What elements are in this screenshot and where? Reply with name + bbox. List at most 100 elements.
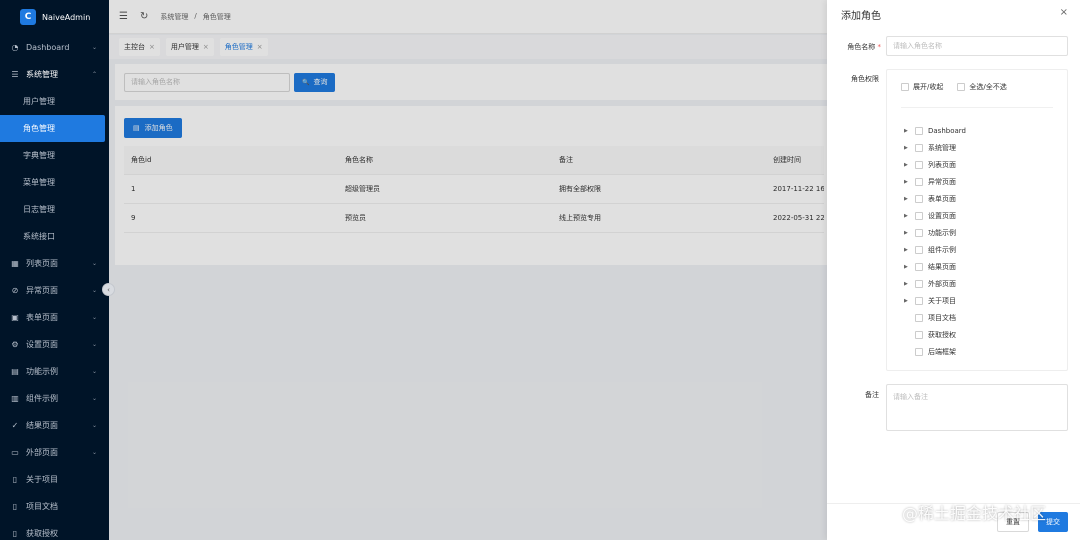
tree-node-label: 外部页面 xyxy=(928,279,956,288)
caret-right-icon[interactable]: ▶ xyxy=(904,247,910,253)
sidebar-item-label: 结果页面 xyxy=(26,421,58,430)
sidebar-item-label: 异常页面 xyxy=(26,286,58,295)
tree-node-label: 后端框架 xyxy=(928,347,956,356)
sidebar-item[interactable]: ▣ 表单页面 ⌄ xyxy=(0,304,109,331)
chevron-down-icon: ⌄ xyxy=(91,314,97,321)
warning-circle-icon: ⊘ xyxy=(11,286,19,295)
chevron-down-icon: ⌄ xyxy=(91,395,97,402)
tree-node-label: 关于项目 xyxy=(928,296,956,305)
sidebar-item[interactable]: ⚙ 设置页面 ⌄ xyxy=(0,331,109,358)
select-all-option[interactable]: 全选/全不选 xyxy=(957,82,1007,92)
sidebar-subitem[interactable]: 字典管理 xyxy=(0,142,109,169)
tree-node[interactable]: ▶ 组件示例 xyxy=(904,241,966,258)
tree-node[interactable]: ▶ Dashboard xyxy=(904,122,966,139)
tree-node[interactable]: ▶ 功能示例 xyxy=(904,224,966,241)
tree-node-label: 组件示例 xyxy=(928,245,956,254)
tree-node[interactable]: ▶ 列表页面 xyxy=(904,156,966,173)
sidebar-item-label: 功能示例 xyxy=(26,367,58,376)
role-name-input[interactable]: 请输入角色名称 xyxy=(886,36,1068,56)
role-name-label: 角色名称 * xyxy=(829,42,881,52)
checkbox[interactable] xyxy=(915,228,923,237)
tree-node[interactable]: ▶ 异常页面 xyxy=(904,173,966,190)
role-name-label-text: 角色名称 xyxy=(847,43,876,51)
table-icon: ▦ xyxy=(11,259,19,268)
checkbox[interactable] xyxy=(915,126,923,135)
caret-right-icon[interactable]: ▶ xyxy=(904,179,910,185)
checkbox[interactable] xyxy=(915,143,923,152)
sidebar-subitem[interactable]: 系统接口 xyxy=(0,223,109,250)
key-icon: ▯ xyxy=(12,529,18,538)
caret-right-icon[interactable]: ▶ xyxy=(904,145,910,151)
tree-node[interactable]: ▶ 设置页面 xyxy=(904,207,966,224)
checkbox[interactable] xyxy=(915,194,923,203)
checkbox[interactable] xyxy=(901,83,909,91)
checkbox[interactable] xyxy=(915,211,923,220)
checkbox[interactable] xyxy=(915,177,923,186)
checkbox[interactable] xyxy=(915,330,923,339)
close-icon[interactable]: × xyxy=(1060,7,1068,18)
sidebar-item-label: 关于项目 xyxy=(26,475,58,484)
sidebar-item[interactable]: ▭ 外部页面 ⌄ xyxy=(0,439,109,466)
tree-node[interactable]: 后端框架 xyxy=(904,343,966,360)
checkbox[interactable] xyxy=(915,347,923,356)
tree-node[interactable]: ▶ 外部页面 xyxy=(904,275,966,292)
checkbox[interactable] xyxy=(957,83,966,91)
function-icon: ▤ xyxy=(11,367,19,376)
tree-node-label: 列表页面 xyxy=(928,160,956,169)
sidebar-item-label: 外部页面 xyxy=(26,448,58,457)
checkbox[interactable] xyxy=(915,296,923,305)
sidebar-subitem[interactable]: 菜单管理 xyxy=(0,169,109,196)
checkbox[interactable] xyxy=(915,262,923,271)
expand-collapse-option[interactable]: 展开/收起 xyxy=(901,82,943,92)
sidebar-item[interactable]: ⊘ 异常页面 ⌄ xyxy=(0,277,109,304)
caret-right-icon[interactable]: ▶ xyxy=(904,128,910,134)
sidebar-item[interactable]: ▦ 列表页面 ⌄ xyxy=(0,250,109,277)
sidebar-subitem[interactable]: 角色管理 xyxy=(0,115,105,142)
chevron-down-icon: ⌄ xyxy=(91,422,97,429)
monitor-icon: ▭ xyxy=(11,448,19,457)
caret-right-icon[interactable]: ▶ xyxy=(904,213,910,219)
sidebar-item-label: 表单页面 xyxy=(26,313,58,322)
permission-box: 展开/收起 全选/全不选 ▶ Dashboard ▶ 系统管理 ▶ 列表页面 ▶ 异常页面 ▶ 表… xyxy=(886,69,1068,371)
sidebar-item[interactable]: ▯ 项目文档 xyxy=(0,493,109,520)
checkbox[interactable] xyxy=(915,313,923,322)
tree-node[interactable]: ▶ 表单页面 xyxy=(904,190,966,207)
tree-node[interactable]: 获取授权 xyxy=(904,326,966,343)
checkbox[interactable] xyxy=(915,245,923,254)
caret-right-icon[interactable]: ▶ xyxy=(904,162,910,168)
sidebar-item[interactable]: ☰ 系统管理 ⌃ xyxy=(0,61,109,88)
app-logo[interactable]: C NaiveAdmin xyxy=(0,0,109,34)
sidebar-item[interactable]: ▯ 关于项目 xyxy=(0,466,109,493)
tree-node[interactable]: ▶ 系统管理 xyxy=(904,139,966,156)
sidebar-item-label: Dashboard xyxy=(26,43,70,52)
chevron-down-icon: ⌄ xyxy=(91,449,97,456)
tree-node[interactable]: ▶ 关于项目 xyxy=(904,292,966,309)
tree-node[interactable]: 项目文档 xyxy=(904,309,966,326)
chevron-down-icon: ⌄ xyxy=(91,44,97,51)
caret-right-icon[interactable]: ▶ xyxy=(904,196,910,202)
caret-right-icon[interactable]: ▶ xyxy=(904,281,910,287)
checkbox[interactable] xyxy=(915,160,923,169)
modal-overlay[interactable] xyxy=(109,0,827,540)
tree-node-label: Dashboard xyxy=(928,126,966,135)
book-icon: ▯ xyxy=(12,475,18,484)
chevron-up-icon: ⌃ xyxy=(91,71,97,78)
checkbox[interactable] xyxy=(915,279,923,288)
sidebar-subitem[interactable]: 日志管理 xyxy=(0,196,109,223)
caret-right-icon[interactable]: ▶ xyxy=(904,230,910,236)
caret-right-icon[interactable]: ▶ xyxy=(904,264,910,270)
select-all-label: 全选/全不选 xyxy=(969,83,1007,91)
sidebar-subitem[interactable]: 用户管理 xyxy=(0,88,109,115)
sidebar-item[interactable]: ▯ 获取授权 xyxy=(0,520,109,540)
sidebar-item[interactable]: ◔ Dashboard ⌄ xyxy=(0,34,109,61)
divider xyxy=(901,107,1053,108)
sidebar-item-label: 设置页面 xyxy=(26,340,58,349)
sidebar-item[interactable]: ✓ 结果页面 ⌄ xyxy=(0,412,109,439)
tree-node[interactable]: ▶ 结果页面 xyxy=(904,258,966,275)
sidebar-item[interactable]: ▤ 功能示例 ⌄ xyxy=(0,358,109,385)
sidebar-collapse-button[interactable]: ‹ xyxy=(102,283,115,296)
caret-right-icon[interactable]: ▶ xyxy=(904,298,910,304)
tree-node-label: 系统管理 xyxy=(928,143,956,152)
note-textarea[interactable]: 请输入备注 xyxy=(886,384,1068,431)
sidebar-item[interactable]: ▥ 组件示例 ⌄ xyxy=(0,385,109,412)
